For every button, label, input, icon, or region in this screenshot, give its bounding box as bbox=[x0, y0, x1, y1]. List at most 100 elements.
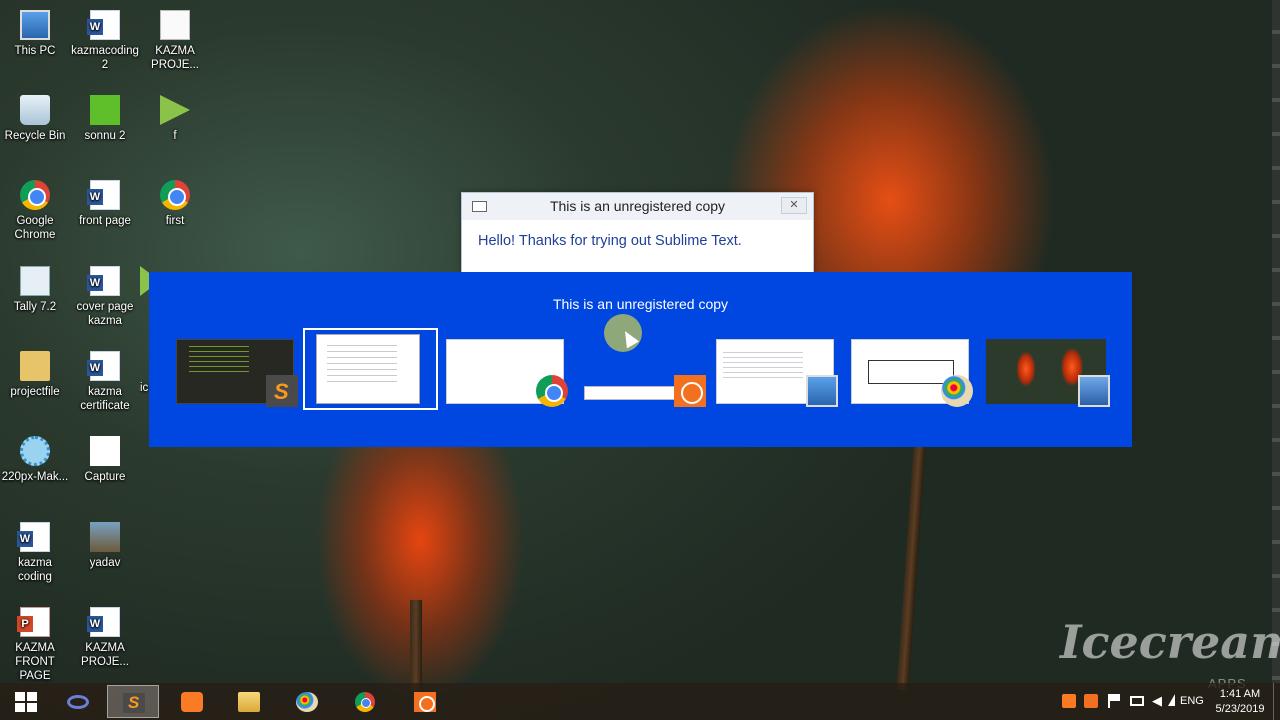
desktop-icon-projectfile[interactable]: projectfile bbox=[0, 351, 70, 399]
desktop-icon-capture[interactable]: Capture bbox=[70, 436, 140, 484]
desktop-icon-cover-page-kazma[interactable]: cover page kazma bbox=[70, 266, 140, 328]
word-doc-icon bbox=[87, 180, 120, 210]
document-icon bbox=[160, 10, 190, 40]
language-indicator[interactable]: ENG bbox=[1180, 695, 1204, 707]
window-preview bbox=[316, 334, 420, 404]
switcher-thumb-recorder[interactable] bbox=[584, 339, 706, 407]
window-app-icon bbox=[472, 201, 487, 212]
system-tray: ◀ bbox=[1060, 683, 1180, 720]
dialog-title: This is an unregistered copy bbox=[549, 198, 726, 214]
close-button[interactable]: ✕ bbox=[781, 197, 807, 214]
taskbar-xampp[interactable] bbox=[166, 685, 218, 718]
desktop-icon-label: Google Chrome bbox=[14, 215, 56, 241]
desktop-icon-label: KAZMA FRONT PAGE bbox=[15, 642, 55, 682]
computer-icon bbox=[20, 10, 50, 40]
sublime-icon bbox=[123, 693, 145, 713]
clock[interactable]: 1:41 AM 5/23/2019 bbox=[1212, 687, 1268, 717]
green-file-icon bbox=[90, 95, 120, 125]
taskbar-chrome[interactable] bbox=[340, 685, 392, 718]
word-doc-icon bbox=[87, 266, 120, 296]
desktop-icon-label: kazmacoding 2 bbox=[71, 45, 139, 71]
unregistered-dialog[interactable]: This is an unregistered copy ✕ Hello! Th… bbox=[461, 192, 814, 274]
flag-icon[interactable] bbox=[1108, 694, 1122, 708]
switcher-thumb-sublime[interactable] bbox=[176, 339, 298, 407]
network-icon[interactable] bbox=[1168, 694, 1175, 706]
word-doc-icon bbox=[87, 351, 120, 381]
chrome-icon bbox=[536, 375, 568, 407]
watermark-brand: Icecream bbox=[1060, 615, 1280, 669]
taskbar-file-explorer[interactable] bbox=[223, 685, 275, 718]
desktop-icon-yadav[interactable]: yadav bbox=[70, 522, 140, 570]
desktop-icon-kazma-proje-2[interactable]: KAZMA PROJE... bbox=[70, 607, 140, 669]
taskbar-sublime[interactable] bbox=[107, 685, 159, 718]
desktop-icon-label: This PC bbox=[14, 45, 56, 57]
desktop-icon-kazma-coding[interactable]: kazma coding bbox=[0, 522, 70, 584]
computer-icon bbox=[806, 375, 838, 407]
desktop-icon-this-pc[interactable]: This PC bbox=[0, 10, 70, 58]
switcher-thumb-desktop[interactable] bbox=[986, 339, 1110, 407]
desktop-icon-recycle-bin[interactable]: Recycle Bin bbox=[0, 95, 70, 143]
desktop-icon-kazma-front-page[interactable]: KAZMA FRONT PAGE bbox=[0, 607, 70, 683]
start-button[interactable] bbox=[0, 685, 52, 718]
desktop-icon-label: 220px-Mak... bbox=[1, 471, 69, 483]
desktop-icon-label: first bbox=[165, 215, 185, 227]
switcher-title: This is an unregistered copy bbox=[552, 296, 729, 312]
switcher-thumb-dialog[interactable] bbox=[316, 334, 420, 404]
chrome-icon bbox=[160, 180, 190, 210]
desktop-icon-google-chrome[interactable]: Google Chrome bbox=[0, 180, 70, 242]
desktop-icon-kazmacoding-2[interactable]: kazmacoding 2 bbox=[70, 10, 140, 72]
switcher-thumb-explorer[interactable] bbox=[716, 339, 838, 407]
xampp-icon bbox=[181, 692, 203, 712]
desktop-icon-label: sonnu 2 bbox=[84, 130, 126, 142]
desktop-icon-label: Tally 7.2 bbox=[13, 301, 57, 313]
paint-icon bbox=[941, 375, 973, 407]
taskbar-screen-recorder[interactable] bbox=[399, 685, 451, 718]
word-doc-icon bbox=[87, 10, 120, 40]
desktop-icon-kazma-certificate[interactable]: kazma certificate bbox=[70, 351, 140, 413]
vlc-media-icon bbox=[160, 95, 190, 125]
photo-icon bbox=[90, 522, 120, 552]
word-doc-icon bbox=[87, 607, 120, 637]
desktop-icon-label: f bbox=[173, 130, 177, 142]
wallpaper-stem bbox=[410, 600, 422, 690]
clock-date: 5/23/2019 bbox=[1215, 703, 1265, 715]
dialog-titlebar[interactable]: This is an unregistered copy ✕ bbox=[462, 193, 813, 220]
desktop-icon-label: KAZMA PROJE... bbox=[151, 45, 199, 71]
desktop-icon-kazma-proje[interactable]: KAZMA PROJE... bbox=[140, 10, 210, 72]
screen-edge-strip bbox=[1272, 0, 1280, 683]
dialog-message: Hello! Thanks for trying out Sublime Tex… bbox=[478, 233, 742, 249]
desktop-icon-label: front page bbox=[79, 215, 131, 227]
switcher-thumb-chrome[interactable] bbox=[446, 339, 568, 407]
taskbar-infinity-app[interactable] bbox=[52, 685, 104, 718]
taskbar-paint[interactable] bbox=[281, 685, 333, 718]
recorder-icon bbox=[674, 375, 706, 407]
desktop-icon-label: Recycle Bin bbox=[4, 130, 66, 142]
folder-icon bbox=[20, 351, 50, 381]
recorder-tray-icon[interactable] bbox=[1084, 694, 1098, 708]
desktop-icon-220px[interactable]: 220px-Mak... bbox=[0, 436, 70, 484]
switcher-thumb-paint[interactable] bbox=[851, 339, 973, 407]
chrome-icon bbox=[355, 692, 375, 712]
clock-time: 1:41 AM bbox=[1219, 688, 1261, 700]
xampp-tray-icon[interactable] bbox=[1062, 694, 1076, 708]
desktop-icon-sonnu-2[interactable]: sonnu 2 bbox=[70, 95, 140, 143]
folder-icon bbox=[238, 692, 260, 712]
taskbar: ◀ ENG 1:41 AM 5/23/2019 bbox=[0, 683, 1280, 720]
recorder-icon bbox=[414, 692, 436, 712]
desktop-icon-label: kazma certificate bbox=[80, 386, 130, 412]
desktop-icon-tally[interactable]: Tally 7.2 bbox=[0, 266, 70, 314]
desktop-icon-label: cover page kazma bbox=[76, 301, 134, 327]
capture-image-icon bbox=[90, 436, 120, 466]
wallpaper-stem bbox=[896, 419, 928, 691]
paint-icon bbox=[296, 692, 318, 712]
battery-icon[interactable] bbox=[1130, 696, 1144, 706]
infinity-icon bbox=[67, 695, 89, 709]
show-desktop-button[interactable] bbox=[1273, 683, 1280, 720]
desktop-icon-label: KAZMA PROJE... bbox=[81, 642, 129, 668]
desktop-icon-front-page[interactable]: front page bbox=[70, 180, 140, 228]
desktop-icon-first[interactable]: first bbox=[140, 180, 210, 228]
desktop-icon-label: yadav bbox=[89, 557, 121, 569]
desktop-icon-f[interactable]: f bbox=[140, 95, 210, 143]
volume-icon[interactable]: ◀ bbox=[1152, 694, 1166, 708]
word-doc-icon bbox=[17, 522, 50, 552]
